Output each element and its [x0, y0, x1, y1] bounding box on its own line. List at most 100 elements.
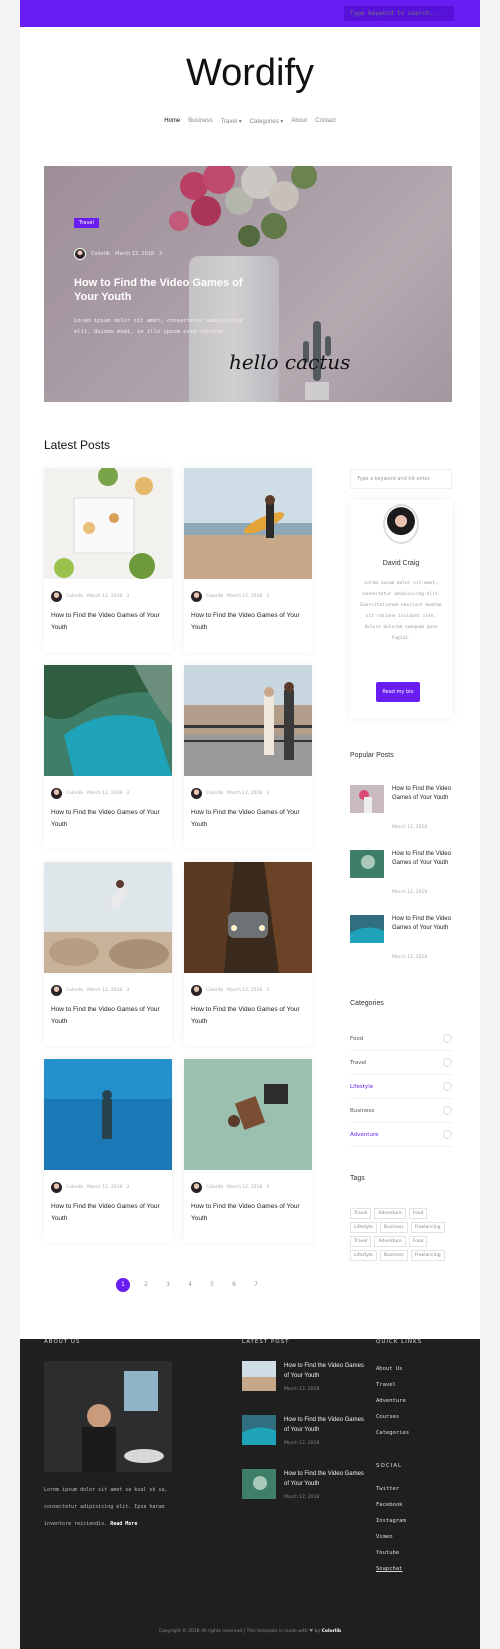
page-7[interactable]: 7 [250, 1278, 262, 1292]
count-badge [443, 1058, 452, 1067]
quick-link[interactable]: About Us [376, 1361, 456, 1377]
popular-title[interactable]: How to Find the Video Games of Your Yout… [392, 785, 452, 803]
tag[interactable]: Travel [350, 1236, 372, 1247]
tag[interactable]: Adventure [374, 1236, 406, 1247]
post-card[interactable]: Colorlib March 12, 2018 3 How to Find the … [184, 665, 312, 849]
post-comments: 3 [126, 1185, 130, 1190]
post-title[interactable]: How to Find the Video Games of Your Yout… [184, 799, 312, 849]
copyright: Copyright © 2018 All rights reserved | T… [158, 1629, 342, 1634]
footer-post-title[interactable]: How to Find the Video Games of Your Yout… [284, 1469, 364, 1489]
quick-link[interactable]: Courses [376, 1409, 456, 1425]
category-travel[interactable]: Travel [350, 1051, 452, 1075]
post-title[interactable]: How to Find the Video Games of Your Yout… [44, 602, 172, 652]
post-image-car [184, 862, 312, 973]
popular-thumb [350, 785, 384, 813]
tag[interactable]: Food [408, 1236, 428, 1247]
post-image-diver [44, 1059, 172, 1170]
post-card[interactable]: Colorlib March 12, 2018 3 How to Find the … [184, 862, 312, 1046]
post-card[interactable]: Colorlib March 12, 2018 3 How to Find the … [44, 466, 172, 652]
nav-about[interactable]: About [291, 118, 307, 125]
post-date: March 12, 2018 [227, 791, 263, 796]
author-profile-card: David Craig Lorem ipsum dolor sit amet, … [350, 500, 452, 718]
categories-heading: Categories [350, 1000, 384, 1007]
post-title[interactable]: How to Find the Video Games of Your Yout… [184, 996, 312, 1046]
post-title[interactable]: How to Find the Video Games of Your Yout… [184, 602, 312, 652]
tag[interactable]: Freelancing [410, 1222, 445, 1233]
tags-heading: Tags [350, 1175, 365, 1182]
top-search-input[interactable] [344, 6, 454, 21]
nav-categories[interactable]: Categories ▾ [250, 118, 284, 125]
tag[interactable]: Adventure [374, 1208, 406, 1219]
category-adventure[interactable]: Adventure [350, 1123, 452, 1147]
page-4[interactable]: 4 [184, 1278, 196, 1292]
category-lifestyle[interactable]: Lifestyle [350, 1075, 452, 1099]
footer-post-title[interactable]: How to Find the Video Games of Your Yout… [284, 1415, 364, 1435]
site-logo[interactable]: Wordify [20, 52, 480, 95]
footer-post-thumb [242, 1469, 276, 1499]
social-snapchat[interactable]: Snapchat [376, 1561, 456, 1577]
post-date: March 12, 2018 [227, 594, 263, 599]
tag[interactable]: Business [379, 1250, 408, 1261]
page-3[interactable]: 3 [162, 1278, 174, 1292]
count-badge [443, 1034, 452, 1043]
quick-link[interactable]: Categories [376, 1425, 456, 1441]
quick-link[interactable]: Adventure [376, 1393, 456, 1409]
site-footer: ABOUT US Lorem ipsum dolor sit amet sa k… [20, 1339, 480, 1649]
post-image-surfer [184, 468, 312, 579]
social-instagram[interactable]: Instagram [376, 1513, 456, 1529]
post-comments: 3 [126, 594, 130, 599]
post-card[interactable]: Colorlib March 12, 2018 3 How to Find the … [44, 665, 172, 849]
nav-contact[interactable]: Contact [315, 118, 336, 125]
page-5[interactable]: 5 [206, 1278, 218, 1292]
page-1[interactable]: 1 [116, 1278, 130, 1292]
tag[interactable]: Freelancing [410, 1250, 445, 1261]
tag[interactable]: Business [379, 1222, 408, 1233]
post-card[interactable]: Colorlib March 12, 2018 3 How to Find the … [184, 1059, 312, 1243]
popular-title[interactable]: How to Find the Video Games of Your Yout… [392, 915, 452, 933]
footer-post-title[interactable]: How to Find the Video Games of Your Yout… [284, 1361, 364, 1381]
colorlib-link[interactable]: Colorlib [322, 1629, 342, 1634]
category-food[interactable]: Food [350, 1027, 452, 1051]
post-date: March 12, 2018 [87, 1185, 123, 1190]
tag[interactable]: Lifestyle [350, 1250, 377, 1261]
social-vimeo[interactable]: Vimeo [376, 1529, 456, 1545]
nav-home[interactable]: Home [164, 118, 180, 125]
popular-posts-heading: Popular Posts [350, 752, 394, 759]
social-twitter[interactable]: Twitter [376, 1481, 456, 1497]
post-title[interactable]: How to Find the Video Games of Your Yout… [184, 1193, 312, 1243]
hero-date: March 12, 2018 [115, 251, 155, 257]
category-business[interactable]: Business [350, 1099, 452, 1123]
tag[interactable]: Travel [350, 1208, 372, 1219]
post-card[interactable]: Colorlib March 12, 2018 3 How to Find the … [44, 1059, 172, 1243]
tag[interactable]: Lifestyle [350, 1222, 377, 1233]
post-comments: 3 [266, 1185, 270, 1190]
nav-travel[interactable]: Travel ▾ [221, 118, 242, 125]
nav-business[interactable]: Business [188, 118, 212, 125]
social-facebook[interactable]: Facebook [376, 1497, 456, 1513]
count-badge [443, 1130, 452, 1139]
pagination: 1 2 3 4 5 6 7 [116, 1278, 262, 1292]
author-bio: Lorem ipsum dolor sit amet, consectetur … [360, 581, 442, 641]
author-avatar [51, 788, 62, 799]
hero-post[interactable]: hello cactus Travel Colorlib March 12, 2… [44, 166, 452, 402]
page-2[interactable]: 2 [140, 1278, 152, 1292]
post-image-couple [184, 665, 312, 776]
post-title[interactable]: How to Find the Video Games of Your Yout… [44, 996, 172, 1046]
read-more-link[interactable]: Read More [110, 1521, 137, 1527]
tag-cloud: Travel Adventure Food Lifestyle Business… [350, 1208, 452, 1261]
hero-title[interactable]: How to Find the Video Games of Your Yout… [74, 276, 264, 304]
quick-link[interactable]: Travel [376, 1377, 456, 1393]
page-6[interactable]: 6 [228, 1278, 240, 1292]
post-title[interactable]: How to Find the Video Games of Your Yout… [44, 799, 172, 849]
post-card[interactable]: Colorlib March 12, 2018 3 How to Find the … [184, 468, 312, 652]
social-youtube[interactable]: Youtube [376, 1545, 456, 1561]
post-image-beach-table [184, 1059, 312, 1170]
sidebar-search-input[interactable]: Type a keyword and hit enter [350, 469, 452, 489]
post-title[interactable]: How to Find the Video Games of Your Yout… [44, 1193, 172, 1243]
tag[interactable]: Food [408, 1208, 428, 1219]
hero-category-badge[interactable]: Travel [74, 218, 99, 228]
post-card[interactable]: Colorlib March 12, 2018 3 How to Find the … [44, 862, 172, 1046]
read-bio-button[interactable]: Read my bio [376, 682, 420, 702]
popular-title[interactable]: How to Find the Video Games of Your Yout… [392, 850, 452, 868]
post-comments: 3 [266, 791, 270, 796]
